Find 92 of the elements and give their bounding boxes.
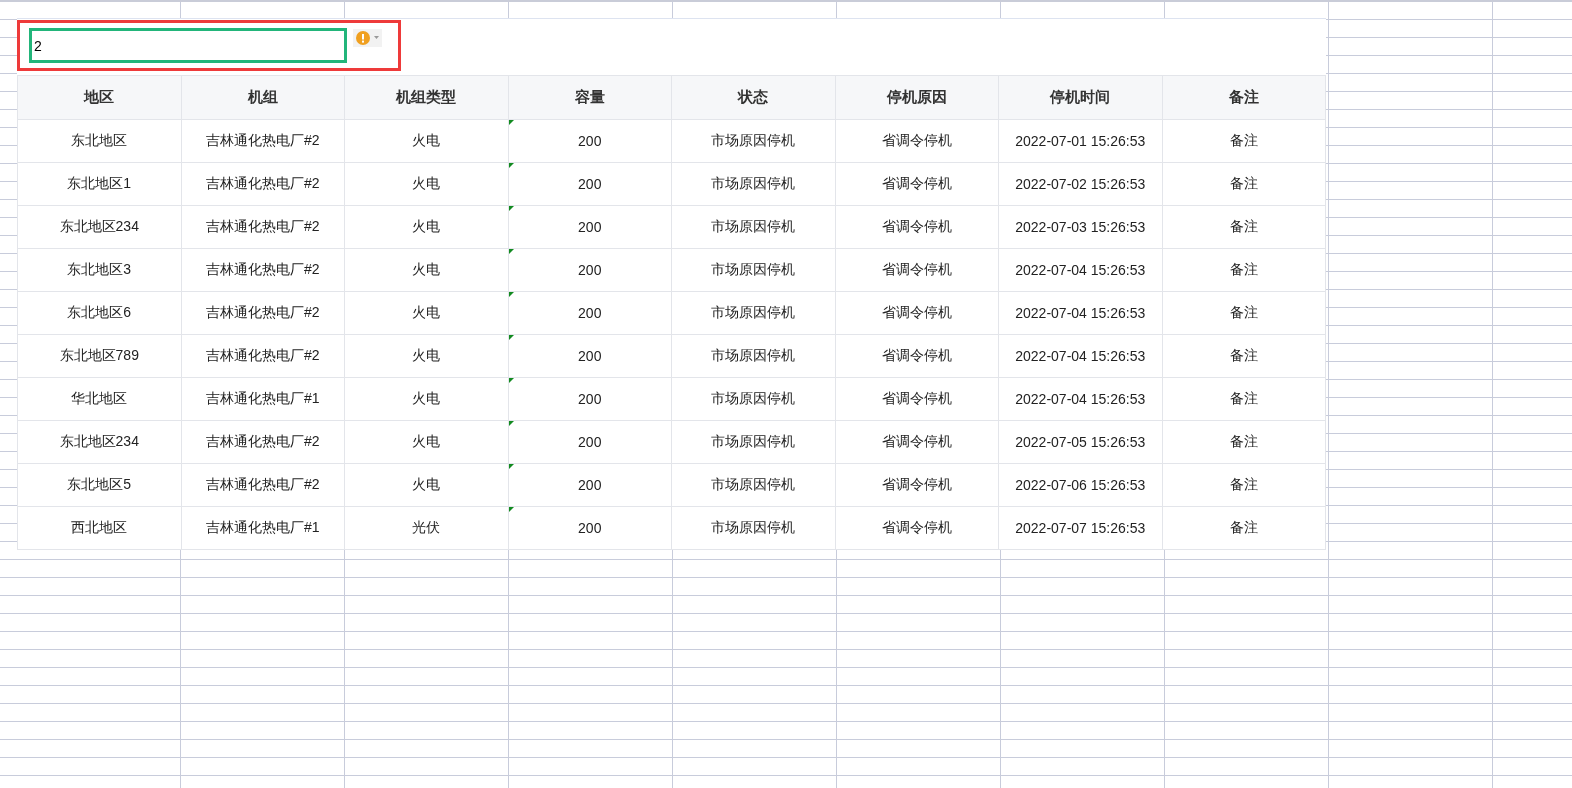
table-cell: 省调令停机 xyxy=(881,433,952,449)
table-cell: 吉林通化热电厂#2 xyxy=(205,304,320,320)
table-cell: 市场原因停机 xyxy=(711,261,796,277)
warning-icon xyxy=(356,30,370,45)
table-cell: 200 xyxy=(578,434,602,450)
column-header: 备注 xyxy=(1162,75,1326,120)
caret-icon xyxy=(374,36,379,39)
table-cell: 东北地区5 xyxy=(67,476,132,492)
table-cell: 东北地区234 xyxy=(59,218,139,234)
table-cell: 吉林通化热电厂#2 xyxy=(205,261,320,277)
cell-input-field[interactable]: 2 xyxy=(29,28,347,63)
table-cell: 200 xyxy=(578,348,602,364)
column-header: 停机原因 xyxy=(835,75,999,120)
table-cell: 市场原因停机 xyxy=(711,347,796,363)
table-cell: 吉林通化热电厂#2 xyxy=(205,218,320,234)
table-cell: 2022-07-01 15:26:53 xyxy=(1015,133,1146,149)
table-cell: 东北地区6 xyxy=(67,304,132,320)
table-cell: 市场原因停机 xyxy=(711,175,796,191)
column-header: 停机时间 xyxy=(998,75,1162,120)
table-cell: 省调令停机 xyxy=(881,132,952,148)
table-cell: 吉林通化热电厂#2 xyxy=(205,476,320,492)
table-cell: 东北地区234 xyxy=(59,433,139,449)
column-header: 容量 xyxy=(508,75,672,120)
table-cell: 200 xyxy=(578,520,602,536)
table-cell: 省调令停机 xyxy=(881,519,952,535)
table-cell: 光伏 xyxy=(412,519,441,535)
table-cell: 2022-07-03 15:26:53 xyxy=(1015,219,1146,235)
table-cell: 东北地区3 xyxy=(67,261,132,277)
table-cell: 吉林通化热电厂#1 xyxy=(205,390,320,406)
table-cell: 市场原因停机 xyxy=(711,390,796,406)
table-cell: 省调令停机 xyxy=(881,304,952,320)
table-cell: 200 xyxy=(578,219,602,235)
table-cell: 备注 xyxy=(1229,347,1258,363)
table-cell: 吉林通化热电厂#2 xyxy=(205,433,320,449)
table-cell: 200 xyxy=(578,133,602,149)
table-cell: 备注 xyxy=(1229,175,1258,191)
table-cell: 2022-07-05 15:26:53 xyxy=(1015,434,1146,450)
column-header: 机组 xyxy=(181,75,345,120)
table-cell: 市场原因停机 xyxy=(711,476,796,492)
table-cell: 火电 xyxy=(412,261,441,277)
table-cell: 省调令停机 xyxy=(881,218,952,234)
table-cell: 省调令停机 xyxy=(881,390,952,406)
table-cell: 备注 xyxy=(1229,476,1258,492)
table-cell: 市场原因停机 xyxy=(711,218,796,234)
table-cell: 备注 xyxy=(1229,390,1258,406)
table-cell: 东北地区 xyxy=(71,132,128,148)
table-cell: 西北地区 xyxy=(71,519,128,535)
table-cell: 备注 xyxy=(1229,519,1258,535)
column-header: 地区 xyxy=(17,75,181,120)
table-cell: 备注 xyxy=(1229,433,1258,449)
table-cell: 2022-07-07 15:26:53 xyxy=(1015,520,1146,536)
table-cell: 火电 xyxy=(412,304,441,320)
table-cell: 吉林通化热电厂#2 xyxy=(205,347,320,363)
table-cell: 备注 xyxy=(1229,261,1258,277)
table-cell: 火电 xyxy=(412,132,441,148)
table-cell: 吉林通化热电厂#1 xyxy=(205,519,320,535)
table-cell: 2022-07-02 15:26:53 xyxy=(1015,176,1146,192)
table-cell: 市场原因停机 xyxy=(711,519,796,535)
table-cell: 市场原因停机 xyxy=(711,304,796,320)
table-cell: 省调令停机 xyxy=(881,175,952,191)
table-cell: 2022-07-04 15:26:53 xyxy=(1015,348,1146,364)
table-cell: 吉林通化热电厂#2 xyxy=(205,132,320,148)
table-cell: 2022-07-06 15:26:53 xyxy=(1015,477,1146,493)
table-cell: 2022-07-04 15:26:53 xyxy=(1015,391,1146,407)
table-cell: 火电 xyxy=(412,175,441,191)
table-cell: 东北地区789 xyxy=(59,347,139,363)
warning-button[interactable] xyxy=(353,28,382,47)
table-cell: 省调令停机 xyxy=(881,476,952,492)
table-cell: 2022-07-04 15:26:53 xyxy=(1015,262,1146,278)
table-cell: 备注 xyxy=(1229,132,1258,148)
table-cell: 火电 xyxy=(412,347,441,363)
column-header: 状态 xyxy=(671,75,835,120)
table-cell: 200 xyxy=(578,477,602,493)
table-cell: 2022-07-04 15:26:53 xyxy=(1015,305,1146,321)
table-cell: 省调令停机 xyxy=(881,261,952,277)
table-cell: 东北地区1 xyxy=(67,175,132,191)
table-cell: 200 xyxy=(578,262,602,278)
table-cell: 火电 xyxy=(412,476,441,492)
table-cell: 华北地区 xyxy=(71,390,128,406)
table-cell: 200 xyxy=(578,176,602,192)
table-cell: 吉林通化热电厂#2 xyxy=(205,175,320,191)
table-cell: 200 xyxy=(578,391,602,407)
table-cell: 200 xyxy=(578,305,602,321)
table-cell: 备注 xyxy=(1229,304,1258,320)
table-cell: 火电 xyxy=(412,218,441,234)
table-cell: 市场原因停机 xyxy=(711,433,796,449)
table-cell: 市场原因停机 xyxy=(711,132,796,148)
table-cell: 省调令停机 xyxy=(881,347,952,363)
table-cell: 火电 xyxy=(412,433,441,449)
table-cell: 备注 xyxy=(1229,218,1258,234)
table-cell: 火电 xyxy=(412,390,441,406)
column-header: 机组类型 xyxy=(344,75,508,120)
